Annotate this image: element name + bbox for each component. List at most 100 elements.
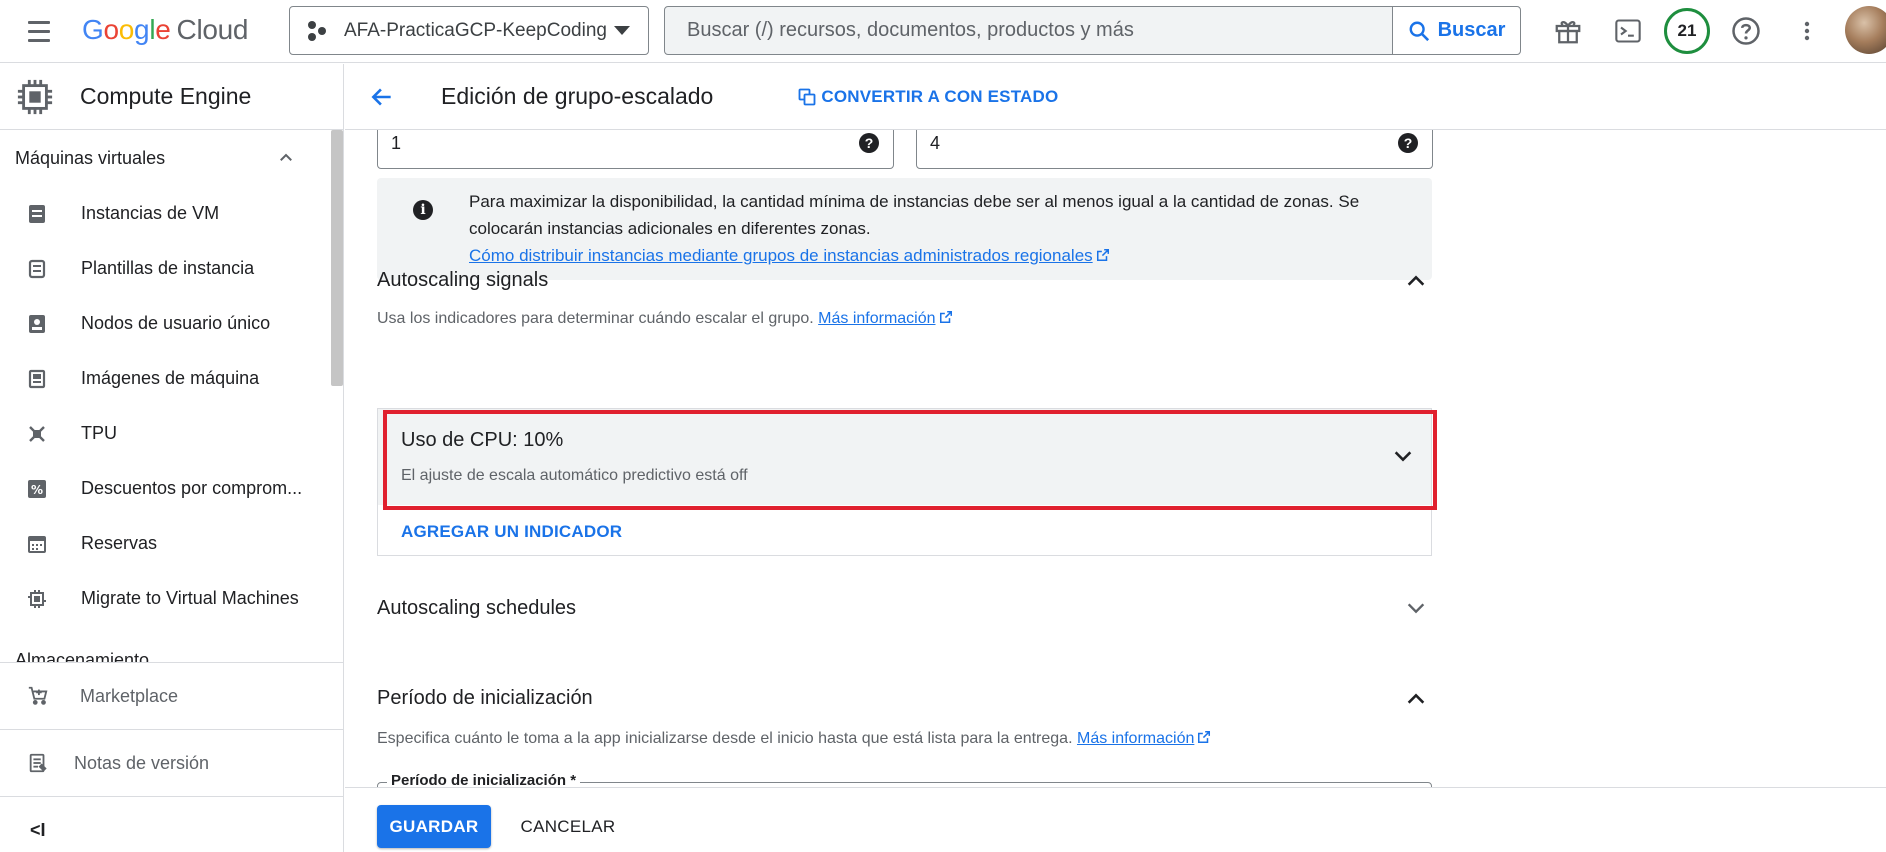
max-instances-value: 4 [930,133,941,153]
convert-label: CONVERTIR A CON ESTADO [821,86,1059,106]
logo-cloud-text: Cloud [176,14,249,45]
sidebar-item-label: Reservas [81,533,158,553]
discount-icon: % [26,478,48,500]
sidebar-item-reservations[interactable]: Reservas [0,516,343,571]
signals-desc-text: Usa los indicadores para determinar cuán… [377,310,814,327]
google-cloud-logo[interactable]: Google Cloud [82,13,249,47]
save-button[interactable]: GUARDAR [377,805,491,848]
sidebar-collapse-row: <I [0,796,343,852]
top-bar: Google Cloud AFA-PracticaGCP-KeepCoding B… [0,0,1886,63]
menu-line [28,20,50,24]
svg-text:%: % [31,483,43,497]
compute-engine-chip-icon [17,79,53,114]
autoscaling-schedules-title[interactable]: Autoscaling schedules [377,597,576,620]
project-selector[interactable]: AFA-PracticaGCP-KeepCoding [289,6,649,55]
menu-line [28,29,50,33]
sidebar-item-instance-templates[interactable]: Plantillas de instancia [0,241,343,296]
sidebar-item-label: Notas de versión [74,752,210,773]
external-link-icon [1198,730,1211,744]
section-label: Máquinas virtuales [15,147,166,168]
sole-tenant-icon [26,313,48,335]
init-desc-text: Especifica cuánto le toma a la app inici… [377,730,1073,747]
notifications-count-badge[interactable]: 21 [1664,8,1710,54]
cancel-button[interactable]: CANCELAR [513,805,623,848]
template-icon [26,258,48,280]
caret-down-icon [614,26,630,35]
sidebar-item-machine-images[interactable]: Imágenes de máquina [0,351,343,406]
sidebar-item-label: Imágenes de máquina [81,368,260,388]
help-icon[interactable]: ? [1398,133,1418,153]
section-virtual-machines[interactable]: Máquinas virtuales [0,130,343,186]
chevron-up-icon [280,153,292,161]
user-avatar[interactable] [1845,6,1886,54]
chevron-down-icon[interactable] [1403,595,1429,621]
main-menu-button[interactable] [22,14,56,48]
back-arrow-icon[interactable] [367,82,397,112]
sidebar-item-tpu[interactable]: TPU [0,406,343,461]
init-more-info-link[interactable]: Más información [1077,730,1194,747]
init-period-title[interactable]: Período de inicialización [377,687,593,710]
info-icon: i [413,200,433,220]
search-input[interactable] [665,7,1392,54]
sidebar-nav: Máquinas virtuales Instancias de VM Plan… [0,130,343,662]
sidebar-item-label: Nodos de usuario único [81,313,271,333]
action-footer: GUARDAR CANCELAR [345,787,1886,852]
chevron-down-icon[interactable] [1390,443,1416,469]
sidebar-item-vm-instances[interactable]: Instancias de VM [0,186,343,241]
sidebar-item-marketplace[interactable]: Marketplace [0,662,343,729]
sidebar-scrollbar[interactable] [331,130,343,386]
sidebar-item-commitments[interactable]: % Descuentos por comprom... [0,461,343,516]
cpu-usage-signal[interactable]: Uso de CPU: 10% El ajuste de escala auto… [378,409,1431,505]
page-header: Edición de grupo-escalado CONVERTIR A CO… [345,64,1886,130]
init-description: Especifica cuánto le toma a la app inici… [377,730,1211,748]
min-instances-field[interactable]: 1 ? [377,130,894,169]
search-button[interactable]: Buscar [1392,7,1520,54]
cart-icon [26,684,50,708]
signals-more-info-link[interactable]: Más información [818,310,935,327]
help-icon[interactable] [1724,9,1768,53]
collapse-sidebar-icon[interactable]: <I [30,820,46,841]
section-storage-partial[interactable]: Almacenamiento [15,650,149,662]
sidebar-item-label: Instancias de VM [81,203,220,223]
gift-icon[interactable] [1546,9,1590,53]
sidebar-item-label: Descuentos por comprom... [81,478,303,498]
sidebar-item-label: Migrate to Virtual Machines [81,588,299,608]
signals-card: Uso de CPU: 10% El ajuste de escala auto… [377,408,1432,556]
search-icon [1409,21,1429,41]
help-icon[interactable]: ? [859,133,879,153]
product-title: Compute Engine [80,83,252,109]
search-bar: Buscar [664,6,1521,55]
product-header[interactable]: Compute Engine [0,64,343,130]
sidebar-item-label: Marketplace [80,685,179,706]
sidebar-item-release-notes[interactable]: Notas de versión [0,729,343,796]
max-instances-field[interactable]: 4 ? [916,130,1433,169]
form-content: 1 ? 4 ? i Para maximizar la disponibilid… [345,130,1886,787]
external-link-icon [1096,248,1109,262]
chevron-up-icon[interactable] [1403,268,1429,294]
page-title: Edición de grupo-escalado [441,83,714,109]
autoscaling-signals-title[interactable]: Autoscaling signals [377,269,548,292]
project-name: AFA-PracticaGCP-KeepCoding [344,19,607,41]
search-button-label: Buscar [1437,19,1506,41]
signals-description: Usa los indicadores para determinar cuán… [377,310,953,328]
chevron-up-icon[interactable] [1403,686,1429,712]
info-banner: i Para maximizar la disponibilidad, la c… [377,178,1432,280]
calendar-icon [26,533,48,555]
sidebar-item-sole-tenant-nodes[interactable]: Nodos de usuario único [0,296,343,351]
cloud-shell-icon[interactable] [1606,9,1650,53]
regional-mig-link[interactable]: Cómo distribuir instancias mediante grup… [469,246,1093,265]
info-text-block: Para maximizar la disponibilidad, la can… [469,188,1419,269]
vm-instance-icon [26,203,48,225]
external-link-icon [939,310,952,324]
convert-stateful-button[interactable]: CONVERTIR A CON ESTADO [797,87,1058,107]
min-instances-value: 1 [391,133,402,153]
sidebar-item-label: Plantillas de instancia [81,258,255,278]
add-indicator-button[interactable]: AGREGAR UN INDICADOR [401,522,622,542]
machine-image-icon [26,368,48,390]
sidebar-item-migrate[interactable]: Migrate to Virtual Machines [0,571,343,626]
project-dots-icon [308,20,326,41]
menu-line [28,38,50,42]
more-vert-icon[interactable] [1785,9,1829,53]
cpu-signal-subtitle: El ajuste de escala automático predictiv… [401,467,748,484]
sidebar-item-label: TPU [81,423,117,443]
